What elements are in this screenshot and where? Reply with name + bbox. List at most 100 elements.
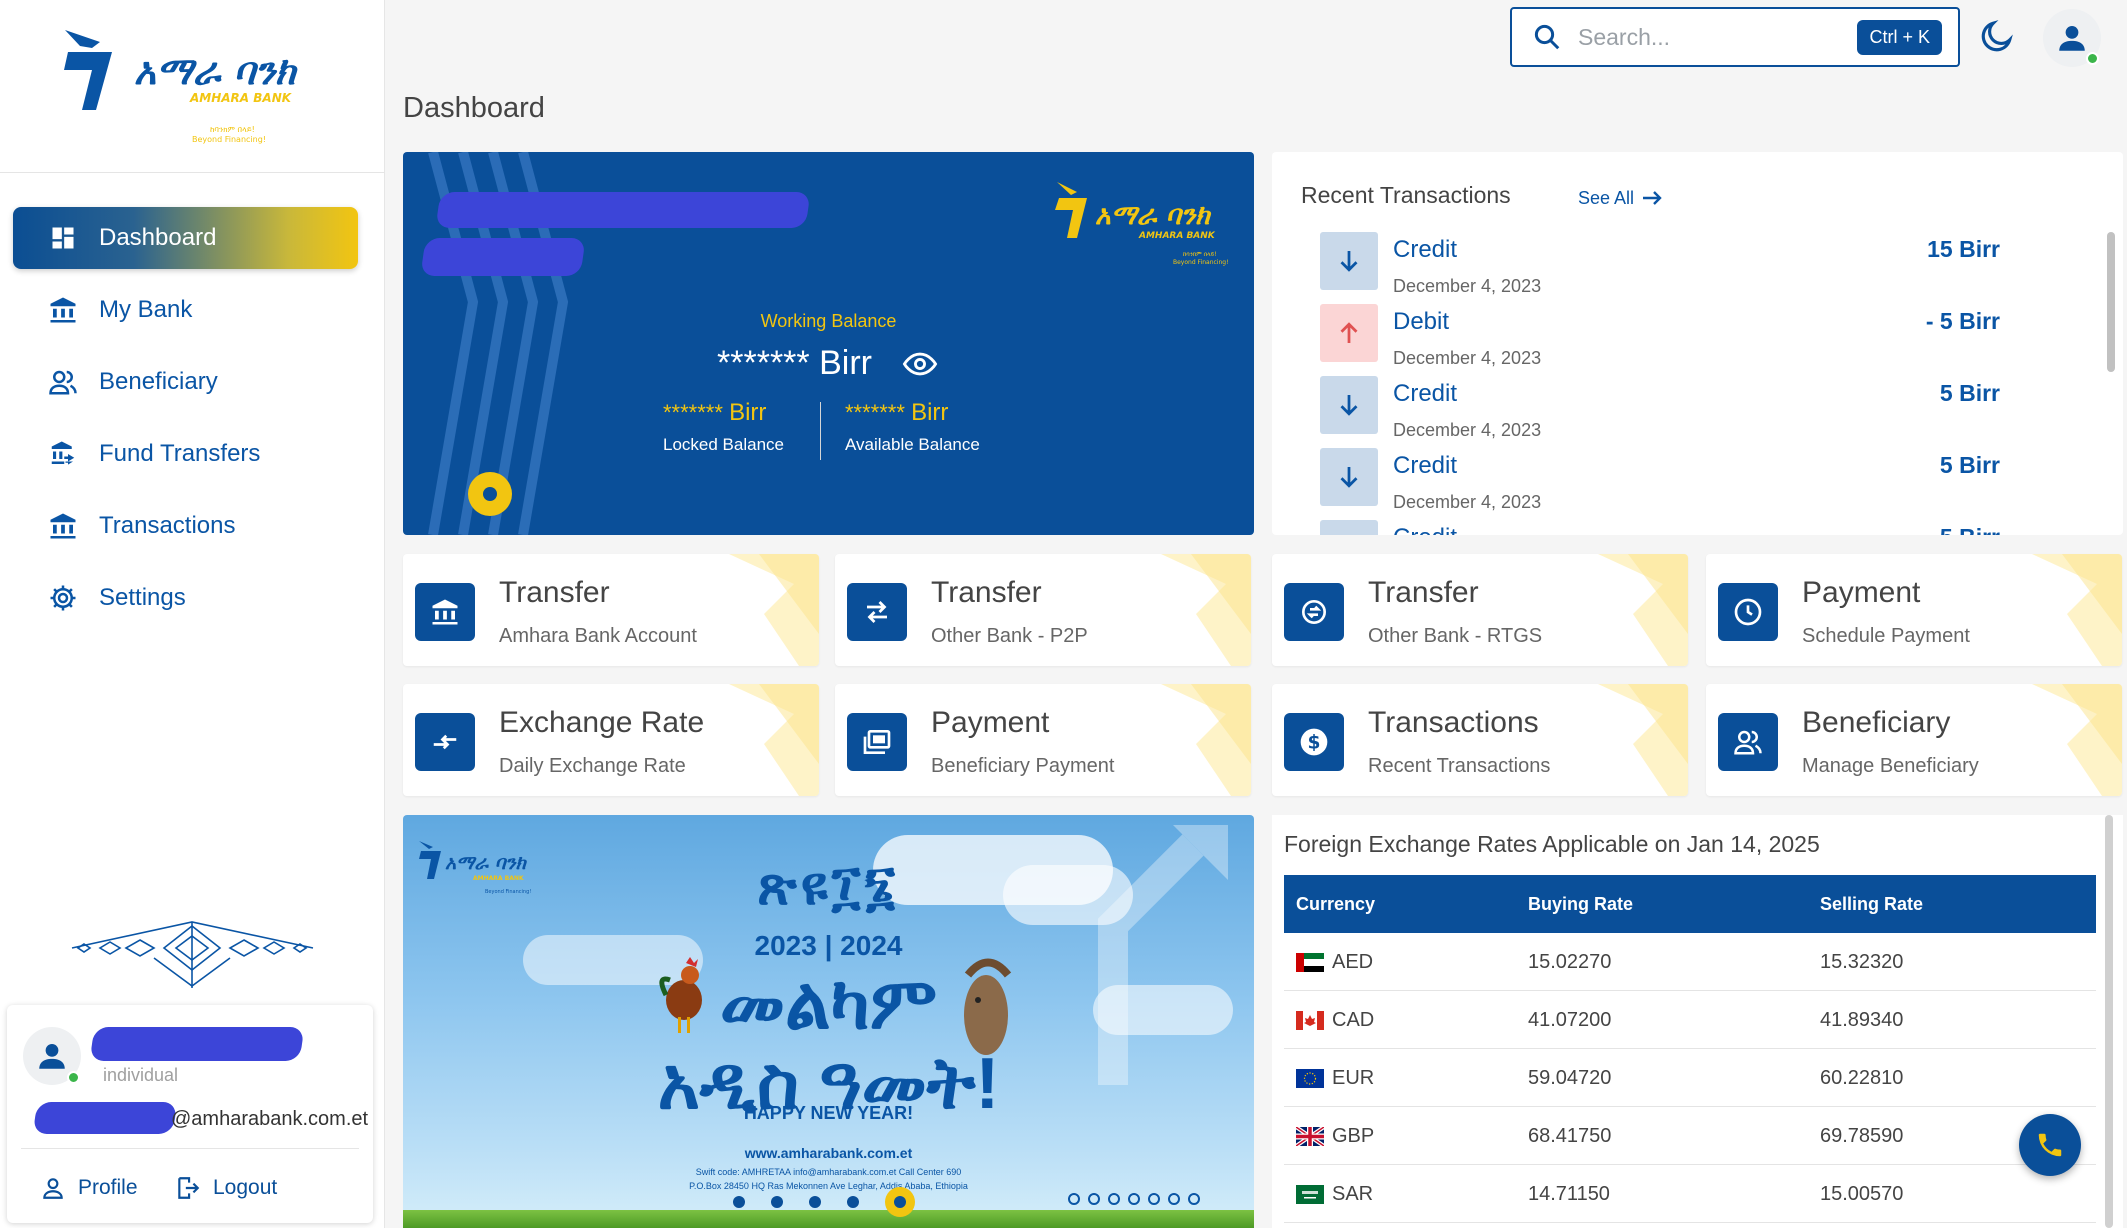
bank-icon [47,294,79,326]
transaction-date: December 4, 2023 [1393,420,1542,440]
eye-icon[interactable] [900,347,940,381]
locked-balance-value: ******* [663,400,723,425]
gbp-flag-icon [1296,1126,1324,1146]
column-header: Selling Rate [1820,893,1924,914]
social-icon [1068,1193,1080,1205]
card-corner-decoration [1598,684,1688,796]
cad-flag-icon [1296,1010,1324,1030]
see-all-link[interactable]: See All [1578,186,1666,210]
amhara-bank-logo[interactable]: አማራ ባንክ AMHARA BANK ከባንክም በላይ! Beyond Fi… [60,22,330,152]
locked-balance: ******* Birr Locked Balance [663,399,784,455]
transaction-row[interactable]: Credit 5 Birr [1320,520,2020,535]
carousel-dot[interactable] [885,1187,915,1217]
svg-text:AMHARA BANK: AMHARA BANK [189,91,293,105]
quick-action-subtitle: Schedule Payment [1802,625,1970,647]
quick-action-title: Transactions [1368,706,1539,739]
credit-arrow-icon [1320,376,1378,434]
quick-action-subtitle: Recent Transactions [1368,755,1551,777]
quick-action-subtitle: Daily Exchange Rate [499,755,686,777]
quick-action-subtitle: Amhara Bank Account [499,625,697,647]
quick-action-card[interactable]: Beneficiary Manage Beneficiary [1706,684,2122,796]
quick-action-subtitle: Other Bank - RTGS [1368,625,1543,647]
transaction-date: December 4, 2023 [1393,492,1542,512]
quick-action-card[interactable]: Transfer Other Bank - P2P [835,554,1251,666]
quick-action-card[interactable]: Payment Beneficiary Payment [835,684,1251,796]
sidebar-item-dashboard[interactable]: Dashboard [13,207,358,269]
transaction-amount: 5 Birr [1939,380,2000,406]
transaction-row[interactable]: Credit December 4, 2023 5 Birr [1320,376,2020,448]
phone-icon [2038,1133,2062,1157]
sar-flag-icon [1296,1184,1324,1204]
users-icon [1718,713,1778,771]
card-corner-decoration [1161,684,1251,796]
sidebar-item-beneficiary[interactable]: Beneficiary [13,351,358,413]
quick-action-title: Transfer [499,576,610,609]
carousel-dot[interactable] [771,1196,783,1208]
svg-text:አማራ ባንክ: አማራ ባንክ [1095,200,1211,231]
gear-icon [47,582,79,614]
quick-action-card[interactable]: Exchange Rate Daily Exchange Rate [403,684,819,796]
redacted-account-number [420,238,586,276]
carousel-dot[interactable] [809,1196,821,1208]
quick-action-title: Payment [1802,576,1921,609]
buying-rate: 68.41750 [1528,1124,1612,1147]
search-bar[interactable]: Search... Ctrl + K [1510,7,1960,67]
transaction-amount: 15 Birr [1927,236,2000,262]
quick-action-title: Beneficiary [1802,706,1951,739]
user-email: @amharabank.com.et [171,1108,369,1130]
transaction-type: Credit [1393,236,1458,263]
banner-years: 2023 | 2024 [754,930,903,961]
transfer-icon [47,438,79,470]
profile-link[interactable]: Profile [40,1175,138,1201]
scrollbar[interactable] [2105,815,2113,1228]
card-corner-decoration [2032,554,2122,666]
scrollbar[interactable] [2107,232,2115,372]
carousel-dot[interactable] [733,1196,745,1208]
sidebar-item-fund-transfers[interactable]: Fund Transfers [13,423,358,485]
avatar[interactable] [23,1027,81,1085]
banner-greeting-line1: መልካም [719,964,938,1044]
call-support-button[interactable] [2019,1114,2081,1176]
svg-text:$: $ [1308,733,1321,754]
user-icon [2059,25,2085,51]
transaction-row[interactable]: Credit December 4, 2023 15 Birr [1320,232,2020,304]
sidebar-item-label: Beneficiary [99,368,218,395]
selling-rate: 69.78590 [1820,1124,1904,1147]
card-corner-decoration [1161,554,1251,666]
exchange-rates-title: Foreign Exchange Rates Applicable on Jan… [1284,831,1820,857]
transaction-amount: 5 Birr [1940,524,2000,535]
eur-flag-icon [1296,1068,1324,1088]
quick-action-card[interactable]: Transfer Other Bank - RTGS [1272,554,1688,666]
transaction-row[interactable]: Debit December 4, 2023 - 5 Birr [1320,304,2020,376]
transaction-row[interactable]: Credit December 4, 2023 5 Birr [1320,448,2020,520]
sidebar-item-label: My Bank [99,296,193,323]
available-balance-currency: Birr [911,399,949,426]
quick-action-card[interactable]: $ Transactions Recent Transactions [1272,684,1688,796]
social-icon [1188,1193,1200,1205]
divider [21,1148,359,1149]
dark-mode-toggle[interactable] [1975,14,2019,58]
user-avatar-button[interactable] [2043,9,2101,67]
banner-carousel-dots [733,1187,915,1217]
card-carousel-dot[interactable] [468,472,512,516]
exchange-rates-panel: Foreign Exchange Rates Applicable on Jan… [1272,815,2123,1228]
sidebar-item-my-bank[interactable]: My Bank [13,279,358,341]
buying-rate: 15.02270 [1528,950,1612,973]
sidebar-item-settings[interactable]: Settings [13,567,358,629]
exchange-rate-row: EUR 59.04720 60.22810 [1284,1049,2096,1107]
quick-action-card[interactable]: Transfer Amhara Bank Account [403,554,819,666]
new-year-banner[interactable]: አማራ ባንክ AMHARA BANK Beyond Financing! ጽዩ… [403,815,1254,1228]
logout-button[interactable]: Logout [175,1175,277,1201]
page-title: Dashboard [403,92,545,124]
decorative-ornament [70,918,315,990]
compare-arrows-icon [415,713,475,771]
quick-action-card[interactable]: Payment Schedule Payment [1706,554,2122,666]
sidebar-item-label: Transactions [99,512,236,539]
svg-text:አማራ ባንክ: አማራ ባንክ [134,49,298,93]
column-header: Buying Rate [1528,893,1634,914]
carousel-dot[interactable] [847,1196,859,1208]
sidebar-item-transactions[interactable]: Transactions [13,495,358,557]
credit-arrow-icon [1320,520,1378,535]
svg-text:AMHARA BANK: AMHARA BANK [1138,231,1216,241]
search-input[interactable]: Search... [1578,24,1857,51]
